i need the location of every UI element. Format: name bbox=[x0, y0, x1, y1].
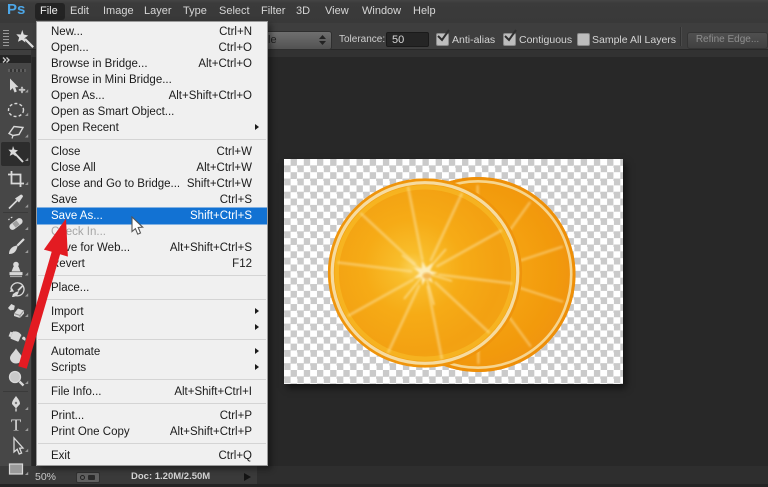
svg-text:T: T bbox=[11, 416, 22, 435]
